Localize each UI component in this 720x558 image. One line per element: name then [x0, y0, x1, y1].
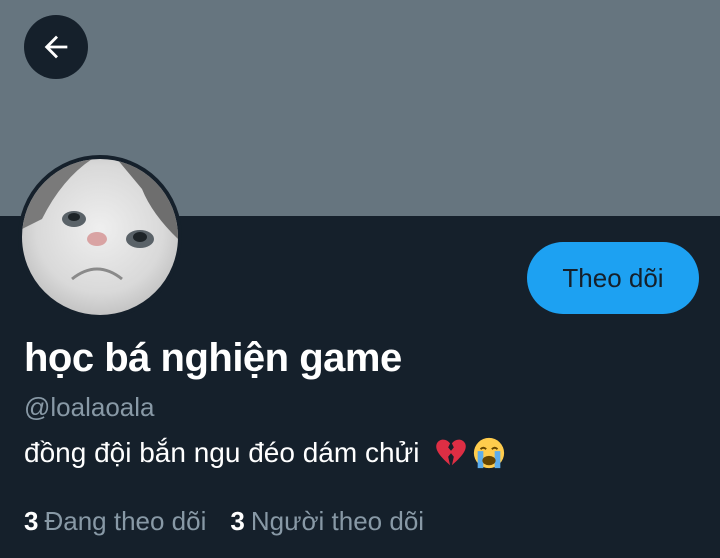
arrow-left-icon [44, 35, 68, 59]
following-label: Đang theo dõi [44, 506, 207, 536]
profile-bio: đồng đội bắn ngu đéo dám chửi [24, 436, 506, 470]
bio-text: đồng đội bắn ngu đéo dám chửi [24, 437, 420, 468]
following-count: 3 [24, 506, 39, 536]
avatar[interactable] [18, 155, 182, 319]
back-button[interactable] [24, 15, 88, 79]
broken-heart-icon [435, 439, 466, 466]
crying-face-icon [473, 437, 504, 469]
followers-label: Người theo dõi [250, 506, 425, 536]
display-name: học bá nghiện game [24, 336, 402, 380]
following-stat[interactable]: 3 Đang theo dõi [24, 506, 206, 537]
followers-count: 3 [230, 506, 245, 536]
follow-button[interactable]: Theo dõi [527, 242, 699, 314]
username-handle: @loalaoala [24, 392, 155, 422]
follow-stats: 3 Đang theo dõi 3 Người theo dõi [24, 506, 424, 537]
followers-stat[interactable]: 3 Người theo dõi [230, 506, 424, 537]
cat-face-icon [22, 159, 178, 281]
